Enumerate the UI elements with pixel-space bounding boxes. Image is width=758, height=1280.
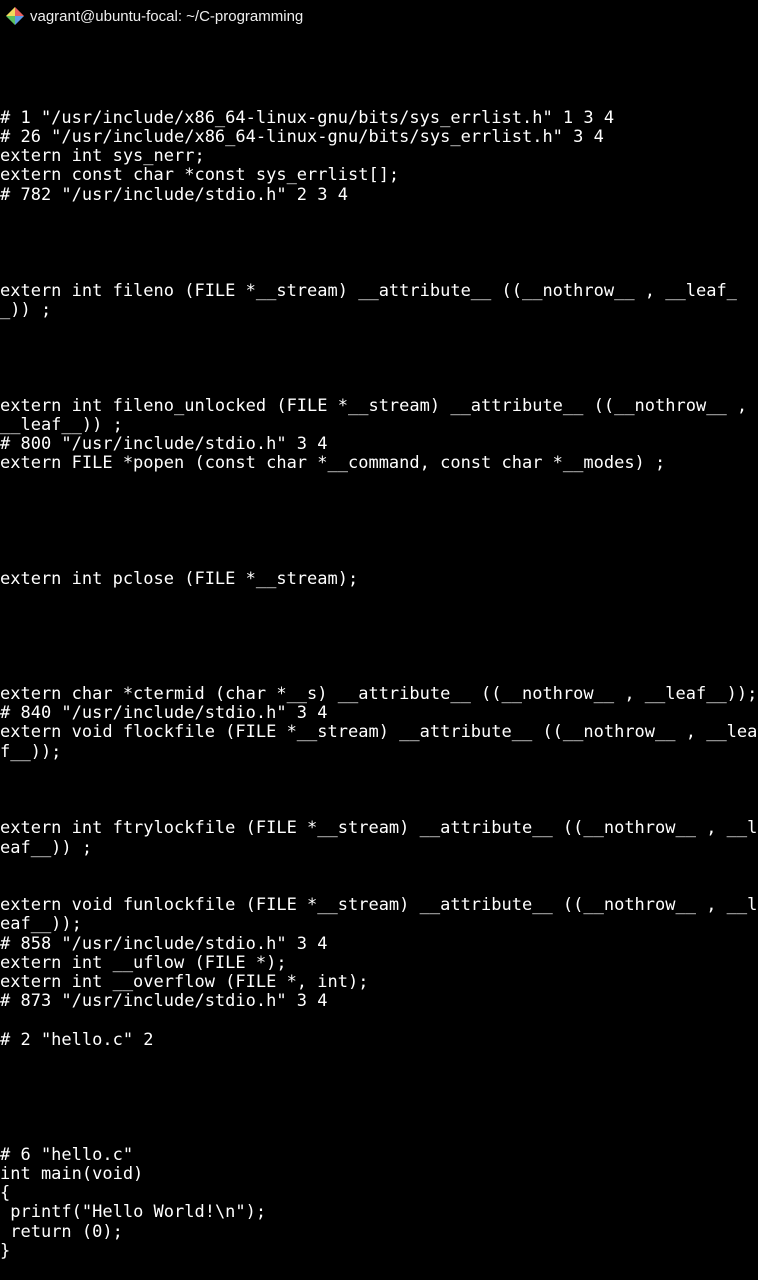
window-titlebar: vagrant@ubuntu-focal: ~/C-programming bbox=[0, 0, 758, 32]
window-title: vagrant@ubuntu-focal: ~/C-programming bbox=[30, 8, 303, 25]
terminal-text: # 1 "/usr/include/x86_64-linux-gnu/bits/… bbox=[0, 108, 757, 1261]
terminal-output[interactable]: # 1 "/usr/include/x86_64-linux-gnu/bits/… bbox=[0, 32, 758, 1261]
terminal-app-icon bbox=[6, 7, 24, 25]
